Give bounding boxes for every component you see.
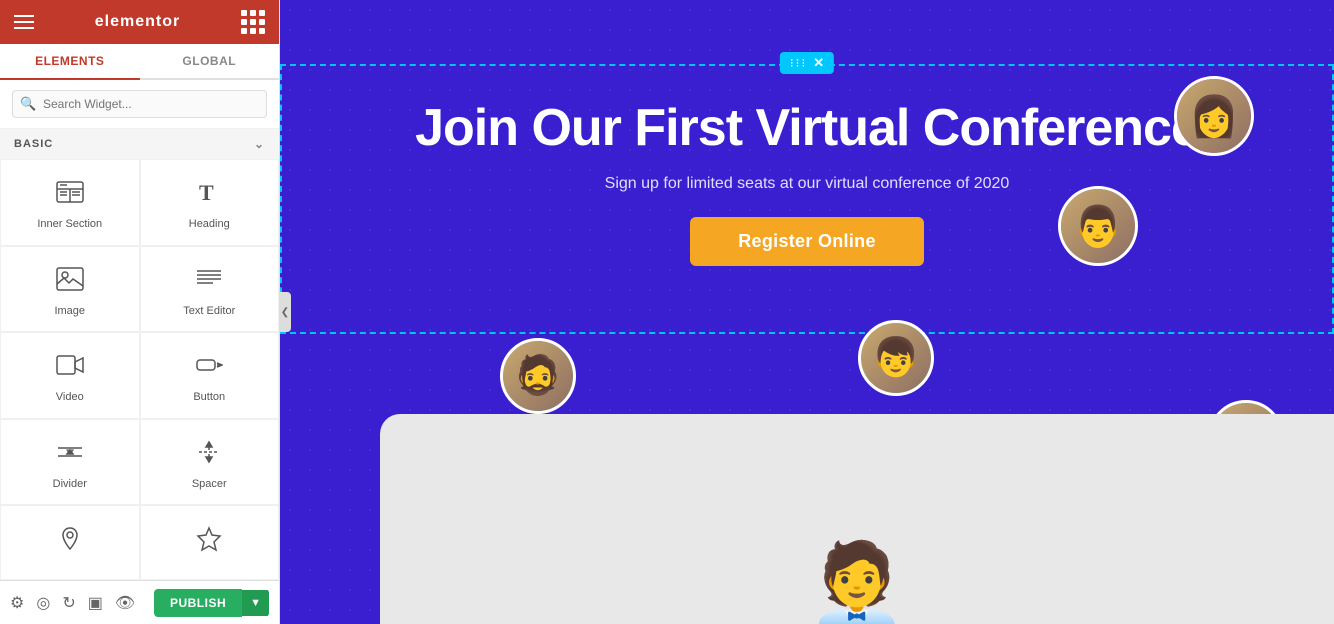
widget-star[interactable] bbox=[140, 505, 280, 580]
star-icon bbox=[195, 525, 223, 557]
avatar-face-3: 🧔 bbox=[503, 341, 573, 411]
divider-icon bbox=[56, 438, 84, 470]
widget-button[interactable]: Button bbox=[140, 332, 280, 419]
sidebar: elementor ELEMENTS GLOBAL 🔍 BASIC ⌄ bbox=[0, 0, 280, 624]
avatar-4: 👦 bbox=[858, 320, 934, 396]
grid-menu-icon[interactable] bbox=[241, 10, 265, 34]
widget-button-label: Button bbox=[193, 391, 225, 403]
bottom-icons: ⚙ ◎ ↻ ▣ 👁 bbox=[10, 593, 135, 613]
avatar-face-2: 👨 bbox=[1061, 189, 1135, 263]
svg-text:T: T bbox=[199, 180, 214, 205]
search-icon: 🔍 bbox=[20, 96, 36, 112]
layers-icon[interactable]: ◎ bbox=[36, 593, 50, 613]
chevron-down-icon: ⌄ bbox=[254, 137, 265, 151]
publish-button[interactable]: PUBLISH bbox=[154, 589, 242, 617]
spacer-icon bbox=[195, 438, 223, 470]
sidebar-tabs: ELEMENTS GLOBAL bbox=[0, 44, 279, 80]
tab-global[interactable]: GLOBAL bbox=[140, 44, 280, 78]
widget-image-label: Image bbox=[54, 305, 85, 317]
avatar-2: 👨 bbox=[1058, 186, 1138, 266]
canvas: ⁝⁝⁝ ✕ Join Our First Virtual Conference … bbox=[280, 0, 1334, 624]
responsive-icon[interactable]: ▣ bbox=[88, 593, 103, 613]
widget-divider[interactable]: Divider bbox=[0, 419, 140, 506]
widget-inner-section-label: Inner Section bbox=[37, 218, 102, 230]
brand-name: elementor bbox=[95, 13, 180, 31]
person-silhouette: 🧑‍💼 bbox=[807, 544, 907, 624]
widget-spacer[interactable]: Spacer bbox=[140, 419, 280, 506]
avatar-face-1: 👩 bbox=[1177, 79, 1251, 153]
widget-grid: Inner Section T Heading Image bbox=[0, 159, 279, 580]
hero-title: Join Our First Virtual Conference bbox=[415, 100, 1199, 157]
widget-map[interactable] bbox=[0, 505, 140, 580]
widget-spacer-label: Spacer bbox=[192, 478, 227, 490]
collapse-handle[interactable]: ❮ bbox=[279, 292, 291, 332]
inner-section-icon bbox=[56, 178, 84, 210]
button-icon bbox=[195, 351, 223, 383]
heading-icon: T bbox=[195, 178, 223, 210]
widget-heading-label: Heading bbox=[189, 218, 230, 230]
register-button[interactable]: Register Online bbox=[690, 217, 924, 266]
sidebar-bottom: ⚙ ◎ ↻ ▣ 👁 PUBLISH ▼ bbox=[0, 580, 279, 624]
hero-subtitle: Sign up for limited seats at our virtual… bbox=[605, 175, 1010, 193]
image-icon bbox=[56, 265, 84, 297]
collapse-icon: ❮ bbox=[281, 307, 289, 318]
widget-text-editor[interactable]: Text Editor bbox=[140, 246, 280, 333]
search-input[interactable] bbox=[12, 90, 267, 118]
widget-video[interactable]: Video bbox=[0, 332, 140, 419]
search-area: 🔍 bbox=[0, 80, 279, 129]
video-icon bbox=[56, 351, 84, 383]
avatar-3: 🧔 bbox=[500, 338, 576, 414]
settings-icon[interactable]: ⚙ bbox=[10, 593, 24, 613]
tab-elements[interactable]: ELEMENTS bbox=[0, 44, 140, 80]
history-icon[interactable]: ↻ bbox=[62, 593, 75, 613]
avatar-face-4: 👦 bbox=[861, 323, 931, 393]
publish-button-group: PUBLISH ▼ bbox=[154, 589, 269, 617]
publish-arrow-button[interactable]: ▼ bbox=[242, 590, 269, 616]
lower-section: 🧑‍💼 bbox=[380, 414, 1334, 624]
widget-divider-label: Divider bbox=[53, 478, 87, 490]
widget-video-label: Video bbox=[56, 391, 84, 403]
hamburger-menu[interactable] bbox=[14, 15, 34, 29]
preview-icon[interactable]: 👁 bbox=[115, 593, 135, 613]
map-icon bbox=[56, 525, 84, 557]
avatar-1: 👩 bbox=[1174, 76, 1254, 156]
widget-image[interactable]: Image bbox=[0, 246, 140, 333]
section-basic-label: BASIC ⌄ bbox=[0, 129, 279, 159]
widget-inner-section[interactable]: Inner Section bbox=[0, 159, 140, 246]
widget-text-editor-label: Text Editor bbox=[183, 305, 235, 317]
sidebar-topbar: elementor bbox=[0, 0, 279, 44]
text-editor-icon bbox=[195, 265, 223, 297]
widget-heading[interactable]: T Heading bbox=[140, 159, 280, 246]
